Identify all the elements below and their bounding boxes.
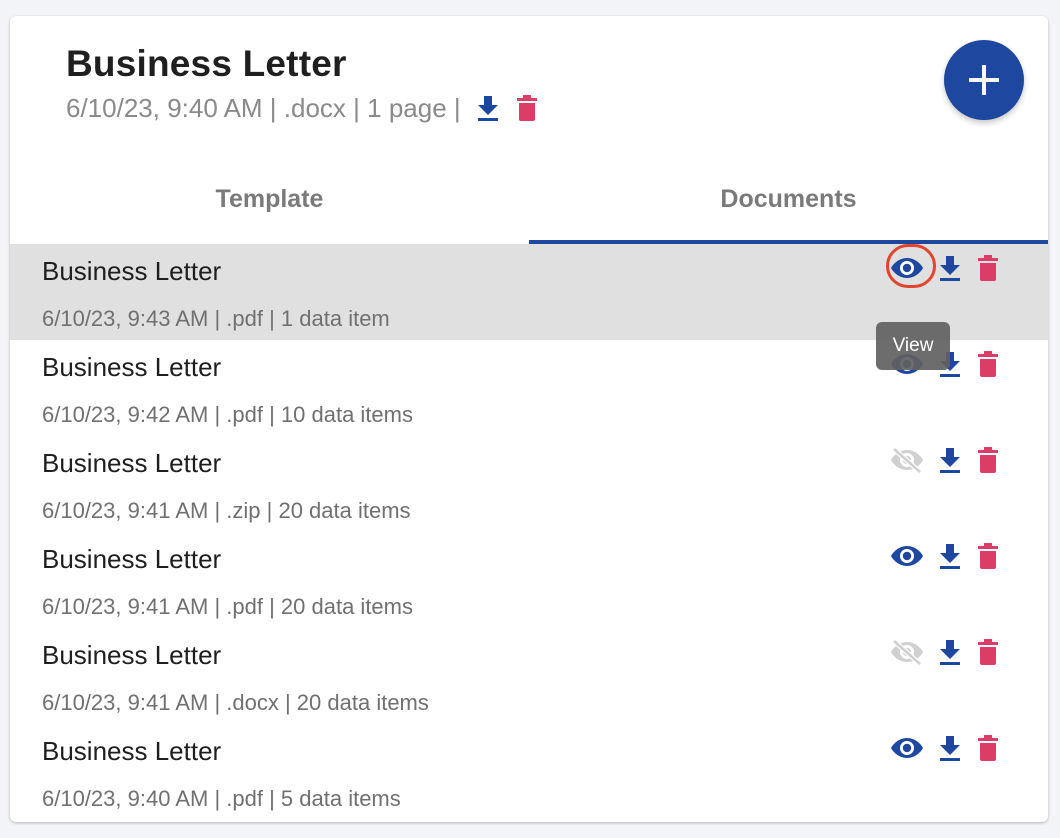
template-title: Business Letter (66, 43, 347, 84)
download-icon (940, 256, 960, 281)
document-actions (890, 248, 1004, 288)
download-button[interactable] (934, 728, 966, 768)
view-button[interactable] (884, 728, 930, 768)
document-meta: 6/10/23, 9:41 AM | .zip | 20 data items (42, 498, 411, 523)
document-title: Business Letter (42, 736, 222, 766)
template-delete-button[interactable] (515, 92, 539, 124)
view-button-disabled (884, 440, 930, 480)
eye-icon (891, 546, 923, 566)
view-button-disabled (884, 632, 930, 672)
document-actions (890, 632, 1004, 672)
document-actions (890, 536, 1004, 576)
document-meta: 6/10/23, 9:41 AM | .docx | 20 data items (42, 690, 429, 715)
download-icon (940, 544, 960, 569)
download-icon (477, 96, 498, 121)
delete-button[interactable] (972, 632, 1004, 672)
document-title: Business Letter (42, 448, 222, 478)
eye-off-icon (891, 447, 923, 473)
document-title: Business Letter (42, 352, 222, 382)
download-button[interactable] (934, 536, 966, 576)
download-icon (940, 640, 960, 665)
download-button[interactable] (934, 440, 966, 480)
template-card: Business Letter 6/10/23, 9:40 AM | .docx… (10, 16, 1048, 822)
document-row[interactable]: Business Letter 6/10/23, 9:41 AM | .docx … (10, 628, 1048, 724)
trash-icon (978, 447, 998, 473)
download-icon (940, 448, 960, 473)
delete-button[interactable] (972, 440, 1004, 480)
tab-template[interactable]: Template (10, 164, 529, 244)
template-meta: 6/10/23, 9:40 AM | .docx | 1 page | (66, 92, 461, 123)
document-title: Business Letter (42, 640, 222, 670)
document-actions (890, 440, 1004, 480)
document-row[interactable]: Business Letter 6/10/23, 9:41 AM | .pdf |… (10, 532, 1048, 628)
add-document-button[interactable] (944, 40, 1024, 120)
download-icon (940, 736, 960, 761)
template-meta-line: 6/10/23, 9:40 AM | .docx | 1 page | (66, 90, 539, 126)
document-title: Business Letter (42, 544, 222, 574)
document-row[interactable]: Business Letter 6/10/23, 9:40 AM | .pdf |… (10, 724, 1048, 820)
document-row[interactable]: Business Letter 6/10/23, 9:41 AM | .zip |… (10, 436, 1048, 532)
trash-icon (978, 543, 998, 569)
template-download-button[interactable] (475, 92, 501, 124)
eye-off-icon (891, 639, 923, 665)
document-meta: 6/10/23, 9:40 AM | .pdf | 5 data items (42, 786, 401, 811)
template-header: Business Letter 6/10/23, 9:40 AM | .docx… (66, 42, 539, 126)
trash-icon (978, 255, 998, 281)
delete-button[interactable] (972, 344, 1004, 384)
plus-icon (969, 65, 999, 95)
tab-documents[interactable]: Documents (529, 164, 1048, 244)
delete-button[interactable] (972, 536, 1004, 576)
download-button[interactable] (934, 248, 966, 288)
document-meta: 6/10/23, 9:41 AM | .pdf | 20 data items (42, 594, 413, 619)
trash-icon (978, 639, 998, 665)
document-meta: 6/10/23, 9:43 AM | .pdf | 1 data item (42, 306, 390, 331)
trash-icon (978, 351, 998, 377)
eye-icon (891, 738, 923, 758)
view-tooltip: View (876, 322, 950, 370)
eye-icon (891, 258, 923, 278)
document-title: Business Letter (42, 256, 222, 286)
document-actions (890, 728, 1004, 768)
view-button[interactable] (884, 248, 930, 288)
download-button[interactable] (934, 632, 966, 672)
trash-icon (516, 95, 537, 121)
delete-button[interactable] (972, 728, 1004, 768)
trash-icon (978, 735, 998, 761)
view-button[interactable] (884, 536, 930, 576)
delete-button[interactable] (972, 248, 1004, 288)
document-meta: 6/10/23, 9:42 AM | .pdf | 10 data items (42, 402, 413, 427)
tab-bar: Template Documents (10, 164, 1048, 244)
